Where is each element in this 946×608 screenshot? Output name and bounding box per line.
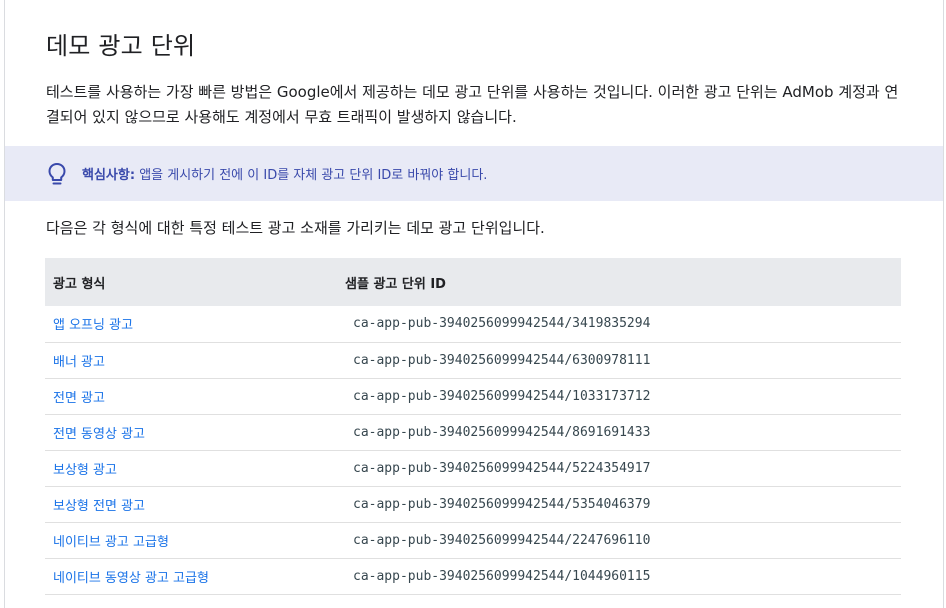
table-row: 앱 오프닝 광고 ca-app-pub-3940256099942544/341… <box>45 306 901 343</box>
ad-unit-id: ca-app-pub-3940256099942544/5224354917 <box>337 450 901 487</box>
table-header-row: 광고 형식 샘플 광고 단위 ID <box>45 258 901 306</box>
table-row: 전면 동영상 광고 ca-app-pub-3940256099942544/86… <box>45 414 901 451</box>
ad-unit-id: ca-app-pub-3940256099942544/1044960115 <box>337 558 901 595</box>
ad-unit-id: ca-app-pub-3940256099942544/3419835294 <box>337 306 901 343</box>
ad-unit-id: ca-app-pub-3940256099942544/6300978111 <box>337 342 901 379</box>
header-sample-ad-unit-id: 샘플 광고 단위 ID <box>337 258 901 306</box>
lightbulb-icon <box>46 161 68 187</box>
table-row: 보상형 광고 ca-app-pub-3940256099942544/52243… <box>45 450 901 487</box>
ad-format-link[interactable]: 보상형 광고 <box>45 450 337 487</box>
demo-ad-units-table: 광고 형식 샘플 광고 단위 ID 앱 오프닝 광고 ca-app-pub-39… <box>45 258 901 595</box>
table-row: 배너 광고 ca-app-pub-3940256099942544/630097… <box>45 342 901 379</box>
key-point-callout: 핵심사항: 앱을 게시하기 전에 이 ID를 자체 광고 단위 ID로 바꿔야 … <box>5 146 943 201</box>
intro-paragraph: 테스트를 사용하는 가장 빠른 방법은 Google에서 제공하는 데모 광고 … <box>46 83 899 126</box>
ad-format-link[interactable]: 네이티브 광고 고급형 <box>45 522 337 559</box>
table-row: 네이티브 광고 고급형 ca-app-pub-3940256099942544/… <box>45 522 901 559</box>
table-row: 네이티브 동영상 광고 고급형 ca-app-pub-3940256099942… <box>45 558 901 595</box>
ad-format-link[interactable]: 앱 오프닝 광고 <box>45 306 337 343</box>
ad-format-link[interactable]: 보상형 전면 광고 <box>45 486 337 523</box>
table-row: 보상형 전면 광고 ca-app-pub-3940256099942544/53… <box>45 486 901 523</box>
table-intro: 다음은 각 형식에 대한 특정 테스트 광고 소재를 가리키는 데모 광고 단위… <box>46 219 545 237</box>
callout-message: 앱을 게시하기 전에 이 ID를 자체 광고 단위 ID로 바꿔야 합니다. <box>139 168 488 183</box>
ad-unit-id: ca-app-pub-3940256099942544/1033173712 <box>337 378 901 415</box>
ad-unit-id: ca-app-pub-3940256099942544/8691691433 <box>337 414 901 451</box>
ad-format-link[interactable]: 전면 동영상 광고 <box>45 414 337 451</box>
doc-page: 데모 광고 단위 테스트를 사용하는 가장 빠른 방법은 Google에서 제공… <box>4 0 944 608</box>
callout-text: 핵심사항: 앱을 게시하기 전에 이 ID를 자체 광고 단위 ID로 바꿔야 … <box>82 164 487 183</box>
header-ad-format: 광고 형식 <box>45 258 337 306</box>
ad-format-link[interactable]: 전면 광고 <box>45 378 337 415</box>
ad-format-link[interactable]: 네이티브 동영상 광고 고급형 <box>45 558 337 595</box>
callout-label: 핵심사항: <box>82 168 136 183</box>
page-title: 데모 광고 단위 <box>46 32 196 60</box>
ad-format-link[interactable]: 배너 광고 <box>45 342 337 379</box>
table-row: 전면 광고 ca-app-pub-3940256099942544/103317… <box>45 378 901 415</box>
ad-unit-id: ca-app-pub-3940256099942544/5354046379 <box>337 486 901 523</box>
ad-unit-id: ca-app-pub-3940256099942544/2247696110 <box>337 522 901 559</box>
